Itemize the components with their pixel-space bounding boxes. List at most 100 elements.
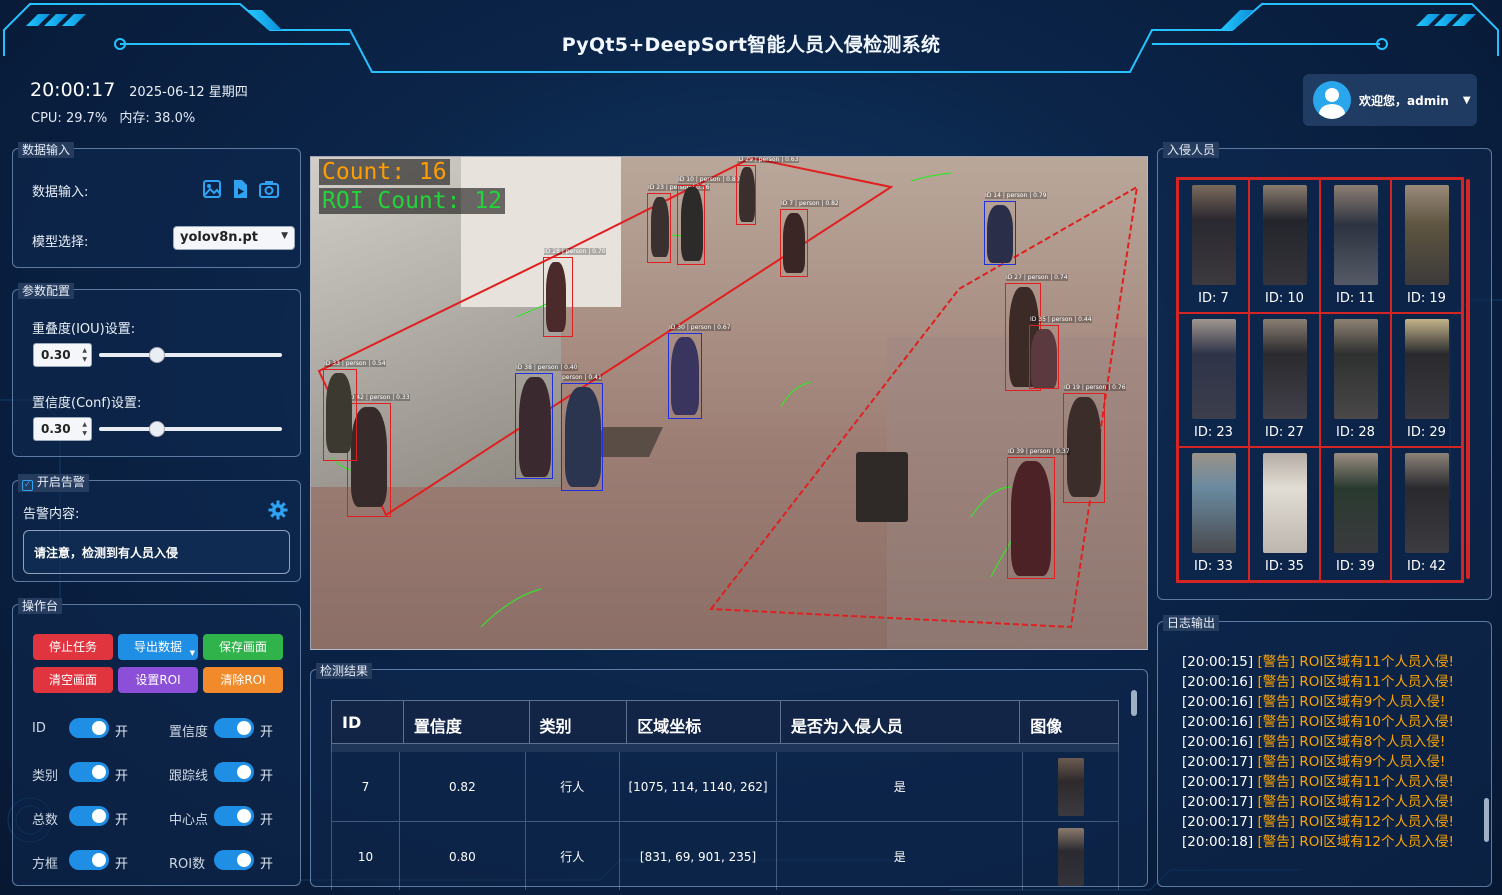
toggle-conf[interactable] [214, 718, 254, 738]
toggle-track-state: 开 [260, 769, 274, 784]
cell-box: [1075, 114, 1140, 262] [620, 752, 778, 821]
iou-slider[interactable] [99, 353, 282, 357]
log-time: [20:00:16] [1182, 734, 1254, 750]
params-panel: 参数配置 重叠度(IOU)设置: 0.30 ▲ ▼ 置信度(Conf)设置: 0… [12, 283, 301, 457]
intruder-grid: ID: 7 ID: 10 ID: 11 ID: 19 ID: 23 ID: 27… [1176, 177, 1464, 583]
ops-panel: 操作台 停止任务 导出数据 ▼ 保存画面 清空画面 设置ROI 清除ROI ID… [12, 598, 301, 886]
intruder-id: ID: 10 [1265, 291, 1304, 306]
intruder-card[interactable]: ID: 23 [1178, 313, 1249, 447]
log-time: [20:00:16] [1182, 674, 1254, 690]
clock: 20:00:17 2025-06-12 星期四 [30, 79, 248, 101]
intruder-card[interactable]: ID: 28 [1320, 313, 1391, 447]
video-roi-count: ROI Count: 12 [319, 188, 506, 214]
conf-slider-handle[interactable] [149, 421, 165, 437]
person-thumbnail [1262, 453, 1307, 553]
intruder-card[interactable]: ID: 7 [1178, 179, 1249, 313]
toggle-track[interactable] [214, 762, 254, 782]
intruder-card[interactable]: ID: 42 [1391, 447, 1462, 581]
toggle-class-state: 开 [115, 769, 129, 784]
clear-frame-button[interactable]: 清空画面 [33, 667, 113, 693]
log-tag: [警告] [1257, 674, 1296, 690]
conf-label: 置信度(Conf)设置: [32, 396, 142, 411]
cell-intrude: 是 [777, 822, 1024, 890]
panel-label: 日志输出 [1163, 615, 1220, 631]
conf-spinbox[interactable]: 0.30 ▲ ▼ [33, 417, 92, 441]
col-image[interactable]: 图像 [1020, 701, 1118, 743]
conf-slider[interactable] [99, 427, 282, 431]
save-frame-button[interactable]: 保存画面 [203, 634, 283, 660]
toggle-roi-count[interactable] [214, 850, 254, 870]
intruders-scrollbar[interactable] [1466, 179, 1470, 579]
person-thumbnail [1333, 453, 1378, 553]
log-scrollbar[interactable] [1484, 798, 1489, 842]
log-tag: [警告] [1257, 654, 1296, 670]
iou-spinbox[interactable]: 0.30 ▲ ▼ [33, 343, 92, 367]
toggle-class-label: 类别 [32, 769, 59, 784]
toggle-center[interactable] [214, 806, 254, 826]
intruder-card[interactable]: ID: 11 [1320, 179, 1391, 313]
col-conf[interactable]: 置信度 [404, 701, 530, 743]
person-thumbnail [1262, 185, 1307, 285]
iou-slider-handle[interactable] [149, 347, 165, 363]
toggle-id[interactable] [69, 718, 109, 738]
toggle-total-label: 总数 [32, 813, 59, 828]
intruder-card[interactable]: ID: 19 [1391, 179, 1462, 313]
table-row[interactable]: 7 0.82 行人 [1075, 114, 1140, 262] 是 [331, 752, 1119, 822]
stop-task-button[interactable]: 停止任务 [33, 634, 113, 660]
chevron-down-icon[interactable]: ▼ [82, 356, 87, 363]
intruder-card[interactable]: ID: 35 [1249, 447, 1320, 581]
intruder-card[interactable]: ID: 10 [1249, 179, 1320, 313]
results-scrollbar[interactable] [1131, 690, 1137, 716]
col-class[interactable]: 类别 [530, 701, 628, 743]
chevron-up-icon[interactable]: ▲ [82, 421, 87, 428]
log-message: ROI区域有9个人员入侵! [1299, 694, 1446, 710]
intruder-id: ID: 29 [1407, 425, 1446, 440]
detection-box: ID 10 | person | 0.80 [677, 176, 740, 265]
toggle-box-label: 方框 [32, 857, 59, 872]
gear-icon[interactable] [267, 500, 289, 522]
intruder-card[interactable]: ID: 27 [1249, 313, 1320, 447]
col-box[interactable]: 区域坐标 [627, 701, 781, 743]
col-id[interactable]: ID [332, 701, 404, 743]
chevron-down-icon: ▼ [1462, 94, 1471, 106]
user-menu[interactable]: 欢迎您，admin ▼ [1303, 74, 1477, 126]
intruder-card[interactable]: ID: 39 [1320, 447, 1391, 581]
chevron-down-icon[interactable]: ▼ [82, 430, 87, 437]
alarm-content-label: 告警内容: [23, 507, 80, 522]
intruder-id: ID: 39 [1336, 559, 1375, 574]
header: PyQt5+DeepSort智能人员入侵检测系统 [0, 0, 1502, 76]
detection-box: ID 14 | person | 0.79 [984, 192, 1047, 265]
intruder-id: ID: 23 [1194, 425, 1233, 440]
image-icon[interactable] [201, 179, 223, 201]
toggle-box[interactable] [69, 850, 109, 870]
alarm-toggle[interactable]: ✓ 开启告警 [18, 474, 89, 492]
toggle-roi-count-label: ROI数 [169, 857, 206, 872]
log-time: [20:00:18] [1182, 834, 1254, 850]
log-message: ROI区域有8个人员入侵! [1299, 734, 1446, 750]
checkbox-checked-icon[interactable]: ✓ [22, 480, 33, 491]
panel-label: 入侵人员 [1163, 142, 1220, 158]
chevron-up-icon[interactable]: ▲ [82, 347, 87, 354]
model-select[interactable]: yolov8n.pt ▼ [173, 226, 295, 250]
box-label: ID 33 | person | 0.54 [324, 360, 386, 367]
alarm-panel: ✓ 开启告警 告警内容: 请注意，检测到有人员入侵 [12, 474, 301, 582]
toggle-class[interactable] [69, 762, 109, 782]
box-label: ID 35 | person | 0.44 [1030, 316, 1092, 323]
log-message: ROI区域有9个人员入侵! [1299, 754, 1446, 770]
toggle-total-state: 开 [115, 813, 129, 828]
camera-icon[interactable] [258, 179, 280, 201]
intruder-card[interactable]: ID: 33 [1178, 447, 1249, 581]
toggle-total[interactable] [69, 806, 109, 826]
log-tag: [警告] [1257, 814, 1296, 830]
table-row[interactable]: 10 0.80 行人 [831, 69, 901, 235] 是 [331, 822, 1119, 890]
export-data-button[interactable]: 导出数据 ▼ [118, 634, 198, 660]
set-roi-button[interactable]: 设置ROI [118, 667, 198, 693]
clear-roi-button[interactable]: 清除ROI [203, 667, 283, 693]
log-time: [20:00:17] [1182, 794, 1254, 810]
video-icon[interactable] [229, 179, 251, 201]
log-tag: [警告] [1257, 834, 1296, 850]
col-intrude[interactable]: 是否为入侵人员 [781, 701, 1021, 743]
alarm-content-input[interactable]: 请注意，检测到有人员入侵 [23, 530, 290, 574]
intruder-card[interactable]: ID: 29 [1391, 313, 1462, 447]
detection-box: ID 23 | person | 0.76 [647, 184, 710, 263]
